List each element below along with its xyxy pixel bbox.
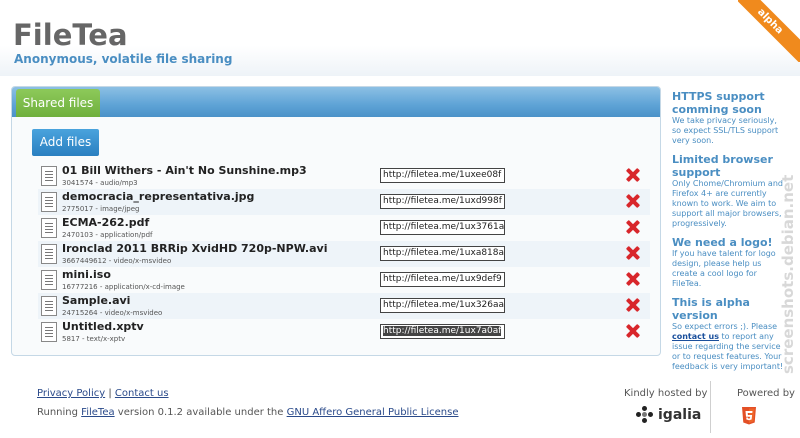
app-logo[interactable]: FileTea [13, 18, 128, 52]
delete-icon[interactable] [626, 220, 640, 234]
file-row: democracia_representativa.jpg 2775017 - … [38, 189, 650, 215]
file-name: Sample.avi [62, 294, 131, 307]
file-row: mini.iso 16777216 - application/x-cd-ima… [38, 267, 650, 293]
powered-by-label: Powered by [737, 388, 795, 399]
share-url-field[interactable]: http://filetea.me/1uxee08f [380, 168, 505, 183]
file-meta: 24715264 - video/x-msvideo [62, 309, 163, 317]
igalia-icon [636, 406, 654, 424]
alpha-ribbon-label: alpha [738, 0, 800, 62]
file-meta: 2775017 - image/jpeg [62, 205, 140, 213]
file-icon [41, 244, 57, 264]
file-icon [41, 218, 57, 238]
delete-icon[interactable] [626, 272, 640, 286]
tab-shared-files[interactable]: Shared files [16, 89, 100, 117]
file-icon [41, 322, 57, 342]
file-row: Ironclad 2011 BRRip XvidHD 720p-NPW.avi … [38, 241, 650, 267]
file-meta: 16777216 - application/x-cd-image [62, 283, 185, 291]
alpha-text: So expect errors ;). Please contact us t… [672, 322, 784, 371]
file-name: ECMA-262.pdf [62, 216, 150, 229]
share-url-field[interactable]: http://filetea.me/1ux7a0af [380, 324, 505, 339]
share-url-field[interactable]: http://filetea.me/1ux9def9 [380, 272, 505, 287]
link-separator: | [108, 388, 112, 399]
file-meta: 3667449612 - video/x-msvideo [62, 257, 172, 265]
share-url-field[interactable]: http://filetea.me/1uxd998f [380, 194, 505, 209]
delete-icon[interactable] [626, 246, 640, 260]
delete-icon[interactable] [626, 168, 640, 182]
contact-link[interactable]: contact us [672, 332, 719, 341]
file-icon [41, 192, 57, 212]
logo-title: We need a logo! [672, 236, 773, 249]
news-sidebar: HTTPS support comming soon We take priva… [672, 90, 787, 379]
filetea-link[interactable]: FileTea [81, 407, 114, 418]
file-meta: 3041574 - audio/mp3 [62, 179, 138, 187]
contact-us-link[interactable]: Contact us [115, 388, 169, 399]
file-row: ECMA-262.pdf 2470103 - application/pdf h… [38, 215, 650, 241]
alpha-title: This is alpha version [672, 296, 750, 322]
alpha-ribbon: alpha [738, 0, 800, 62]
file-row: Sample.avi 24715264 - video/x-msvideo ht… [38, 293, 650, 319]
delete-icon[interactable] [626, 298, 640, 312]
tagline: Anonymous, volatile file sharing [14, 52, 233, 66]
file-name: Untitled.xptv [62, 320, 144, 333]
footer-credit: Running FileTea version 0.1.2 available … [37, 407, 459, 418]
file-name: 01 Bill Withers - Ain't No Sunshine.mp3 [62, 164, 307, 177]
delete-icon[interactable] [626, 324, 640, 338]
privacy-policy-link[interactable]: Privacy Policy [37, 388, 105, 399]
license-link[interactable]: GNU Affero General Public License [287, 407, 459, 418]
browser-text: Only Chome/Chromium and Firefox 4+ are c… [672, 179, 783, 228]
html5-icon[interactable] [741, 406, 757, 426]
file-meta: 5817 - text/x-xptv [62, 335, 126, 343]
share-url-field[interactable]: http://filetea.me/1ux326aa [380, 298, 505, 313]
add-files-button[interactable]: Add files [32, 129, 99, 156]
file-icon [41, 166, 57, 186]
footer-links: Privacy Policy | Contact us [37, 388, 169, 399]
file-icon [41, 270, 57, 290]
shared-files-panel: Shared files Add files 01 Bill Withers -… [11, 86, 661, 356]
delete-icon[interactable] [626, 194, 640, 208]
share-url-field[interactable]: http://filetea.me/1uxa818a [380, 246, 505, 261]
panel-header: Shared files [12, 87, 660, 117]
footer-divider [710, 381, 711, 433]
file-list: 01 Bill Withers - Ain't No Sunshine.mp3 … [38, 163, 650, 345]
file-meta: 2470103 - application/pdf [62, 231, 153, 239]
hosted-by-label: Kindly hosted by [624, 388, 708, 399]
logo-text: If you have talent for logo design, plea… [672, 249, 776, 288]
file-row: 01 Bill Withers - Ain't No Sunshine.mp3 … [38, 163, 650, 189]
file-row: Untitled.xptv 5817 - text/x-xptv http://… [38, 319, 650, 345]
watermark: screenshots.debian.net [779, 174, 797, 374]
share-url-field[interactable]: http://filetea.me/1ux3761a [380, 220, 505, 235]
file-name: mini.iso [62, 268, 111, 281]
https-title: HTTPS support comming soon [672, 90, 765, 116]
file-name: Ironclad 2011 BRRip XvidHD 720p-NPW.avi [62, 242, 328, 255]
browser-title: Limited browser support [672, 153, 773, 179]
file-icon [41, 296, 57, 316]
igalia-name: igalia [658, 407, 702, 423]
file-name: democracia_representativa.jpg [62, 190, 255, 203]
footer: Privacy Policy | Contact us Running File… [0, 378, 800, 438]
https-text: We take privacy seriously, so expect SSL… [672, 116, 779, 145]
